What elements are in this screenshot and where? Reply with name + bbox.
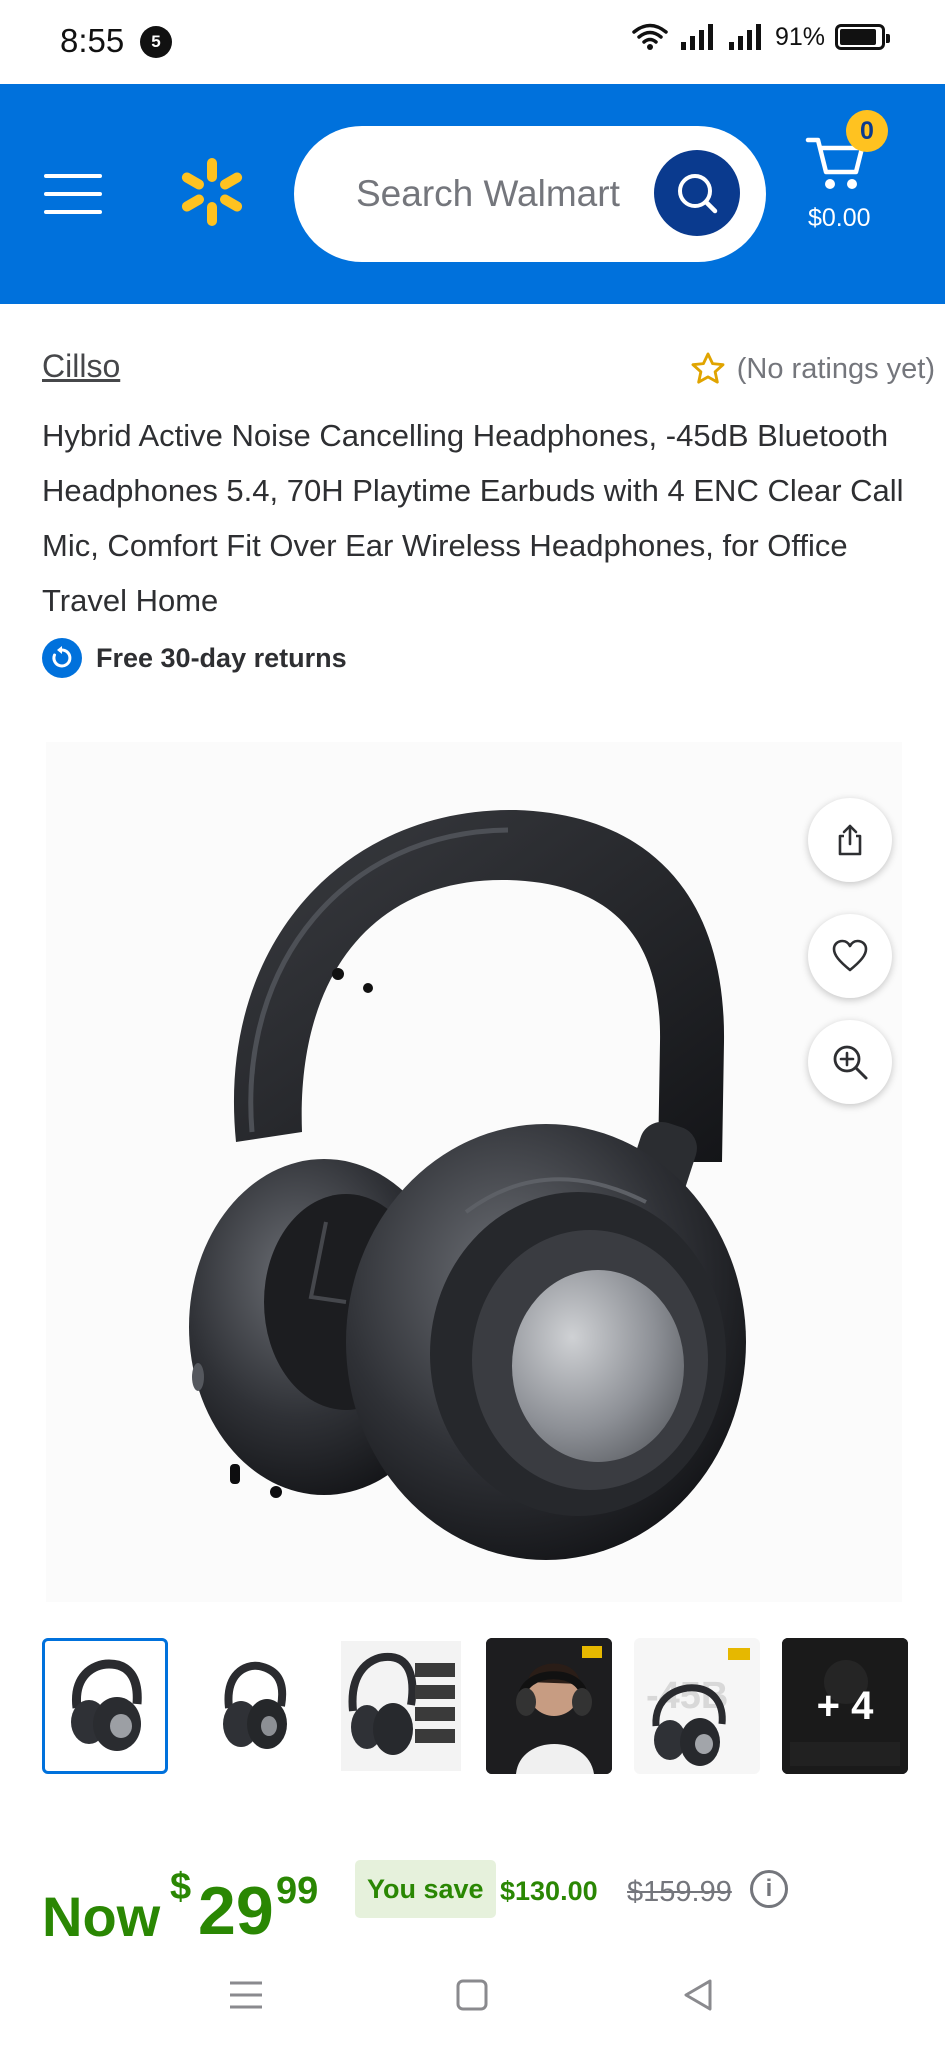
- product-image[interactable]: [46, 742, 902, 1602]
- search-icon: [678, 174, 718, 214]
- thumbnail-5[interactable]: -45B: [634, 1638, 760, 1774]
- was-price: $159.99: [627, 1876, 732, 1908]
- info-icon[interactable]: i: [750, 1870, 788, 1908]
- status-bar: 8:55 5 91%: [0, 0, 945, 84]
- star-outline-icon: [691, 352, 725, 384]
- hamburger-icon[interactable]: [44, 174, 102, 214]
- back-button[interactable]: [668, 1970, 728, 2020]
- price-currency: $: [170, 1866, 192, 1908]
- rating-text: (No ratings yet): [736, 352, 935, 385]
- headphones-thumb-icon: [341, 1641, 461, 1771]
- battery-level: [840, 29, 877, 45]
- spark-icon[interactable]: [176, 156, 248, 228]
- headphones-image: [189, 809, 746, 1560]
- cart-button[interactable]: 0 $0.00: [800, 110, 900, 240]
- headphones-thumb-icon: [71, 1659, 142, 1751]
- heart-icon: [832, 939, 868, 972]
- home-button[interactable]: [442, 1970, 502, 2020]
- status-icons: 91%: [631, 22, 890, 52]
- search-input[interactable]: [356, 166, 656, 222]
- wifi-icon: [632, 23, 668, 50]
- status-time: 8:55: [60, 22, 125, 59]
- square-icon: [456, 1979, 488, 2011]
- battery-icon: [835, 24, 890, 50]
- back-triangle-icon: [684, 1979, 712, 2011]
- thumbnail-strip: -45B + 4: [42, 1638, 908, 1774]
- price-cents: 99: [276, 1870, 319, 1912]
- thumbnail-more[interactable]: + 4: [782, 1638, 908, 1774]
- cart-count-badge: 0: [846, 110, 888, 152]
- headphones-thumb-icon: [223, 1661, 287, 1749]
- notification-badge: 5: [140, 26, 172, 58]
- thumbnail-2[interactable]: [190, 1638, 316, 1774]
- share-icon: [838, 824, 862, 856]
- system-nav-bar: [0, 1940, 945, 2048]
- cart-total: $0.00: [808, 204, 871, 232]
- thumbnail-4[interactable]: [486, 1638, 612, 1774]
- recent-apps-button[interactable]: [216, 1970, 276, 2020]
- more-images-label: + 4: [782, 1638, 908, 1774]
- share-button[interactable]: [808, 798, 892, 882]
- thumbnail-1[interactable]: [42, 1638, 168, 1774]
- returns-banner: Free 30-day returns: [42, 638, 347, 678]
- search-button[interactable]: [654, 150, 740, 236]
- you-save-badge: You save: [355, 1860, 496, 1918]
- price-whole: 29: [198, 1873, 274, 1949]
- header: 0 $0.00: [0, 84, 945, 304]
- brand-link[interactable]: Cillso: [42, 348, 120, 385]
- returns-icon: [42, 638, 82, 678]
- zoom-button[interactable]: [808, 1020, 892, 1104]
- zoom-in-icon: [833, 1045, 868, 1080]
- thumbnail-3[interactable]: [338, 1638, 464, 1774]
- menu-lines-icon: [230, 1981, 262, 2009]
- price-row: Now $ 29 99 You save $130.00 $159.99 i: [42, 1860, 922, 1949]
- search-box: [294, 126, 766, 262]
- person-thumb-icon: [486, 1638, 612, 1774]
- signal-icon: [680, 24, 713, 50]
- rating[interactable]: (No ratings yet): [689, 350, 935, 388]
- save-amount: $130.00: [500, 1876, 598, 1906]
- returns-text: Free 30-day returns: [96, 642, 347, 673]
- battery-percent: 91%: [774, 22, 825, 51]
- headphones-thumb-icon: -45B: [634, 1638, 760, 1774]
- signal-icon-2: [728, 24, 761, 50]
- product-title: Hybrid Active Noise Cancelling Headphone…: [42, 418, 904, 618]
- favorite-button[interactable]: [808, 914, 892, 998]
